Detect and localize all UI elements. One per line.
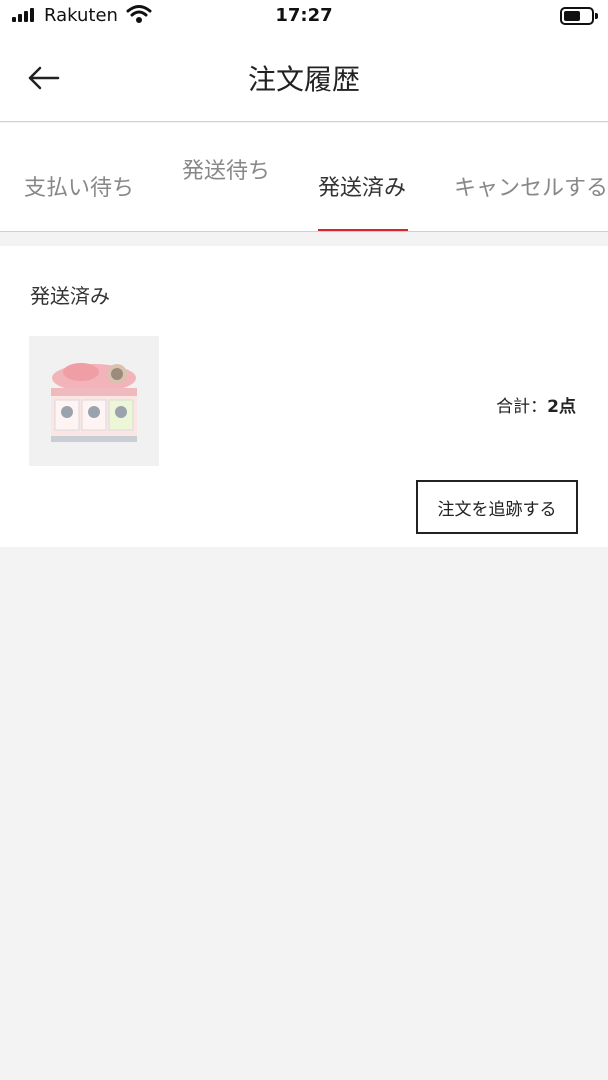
arrow-left-icon bbox=[28, 66, 60, 90]
tab-cancel[interactable]: キャンセルする bbox=[454, 170, 608, 202]
status-bar: Rakuten 17:27 bbox=[0, 0, 608, 34]
order-section-title: 発送済み bbox=[30, 284, 110, 308]
total-value: 2点 bbox=[547, 397, 576, 417]
order-total: 合計： 2点 bbox=[496, 392, 576, 417]
product-image[interactable] bbox=[29, 336, 159, 466]
app-header: 注文履歴 bbox=[0, 34, 608, 122]
total-label: 合計： bbox=[496, 397, 548, 417]
tab-awaiting-payment[interactable]: 支払い待ち bbox=[24, 170, 134, 202]
page-title: 注文履歴 bbox=[247, 63, 360, 96]
status-time: 17:27 bbox=[275, 5, 333, 26]
order-card[interactable]: 発送済み 合計： 2点 注文を追跡する bbox=[0, 246, 608, 547]
active-tab-indicator bbox=[318, 229, 408, 231]
tab-shipped[interactable]: 発送済み bbox=[318, 170, 406, 202]
track-order-button[interactable]: 注文を追跡する bbox=[416, 480, 578, 534]
tab-awaiting-shipment[interactable]: 発送待ち bbox=[182, 153, 270, 185]
back-button[interactable] bbox=[20, 58, 68, 98]
order-status-tabs: 支払い待ち 発送待ち 発送済み キャンセルする bbox=[0, 123, 608, 232]
battery-icon bbox=[560, 7, 598, 25]
product-box-illustration bbox=[29, 336, 159, 466]
